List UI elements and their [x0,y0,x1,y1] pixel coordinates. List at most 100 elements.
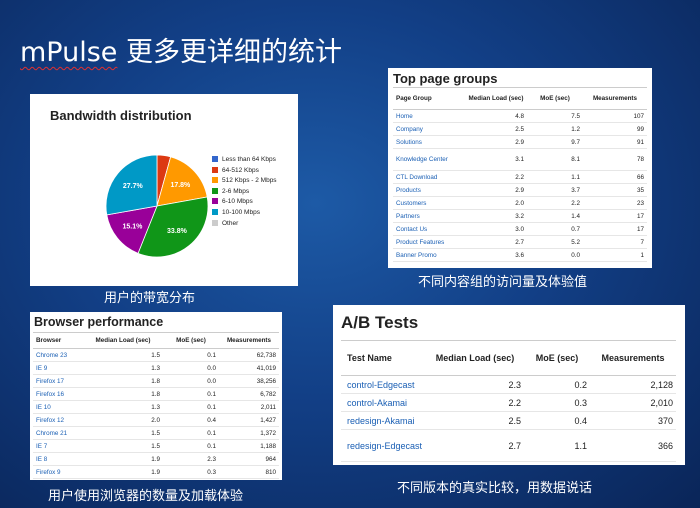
row-name-link[interactable]: Firefox 9 [33,465,83,479]
table-cell: 1.3 [83,400,163,414]
row-name-link[interactable]: Banner Promo [393,248,465,262]
column-header[interactable]: Measurements [590,340,676,376]
table-row: CTL Download 2.2 1.1 66 [393,170,647,184]
table-cell: 3.2 [465,209,527,223]
table-cell: 1.5 [83,426,163,440]
legend-label: 10-100 Mbps [222,208,260,216]
table-cell: 0.1 [163,439,219,453]
table-header-row: Page Group Median Load (sec) MoE (sec) M… [393,87,647,110]
table-row: Customers 2.0 2.2 23 [393,196,647,210]
table-cell: 0.7 [527,222,583,236]
pie-data-label: 15.1% [123,223,144,230]
column-header[interactable]: Measurements [219,332,279,349]
table-row: control-Akamai 2.2 0.3 2,010 [341,393,676,412]
row-name-link[interactable]: Partners [393,209,465,223]
table-header-row: Test Name Median Load (sec) MoE (sec) Me… [341,340,676,376]
table-cell: 1,427 [219,413,279,427]
column-header[interactable]: MoE (sec) [527,87,583,110]
row-name-link[interactable]: CTL Download [393,170,465,184]
table-cell: 3.7 [527,183,583,197]
browser-performance-table: Browser Median Load (sec) MoE (sec) Meas… [33,332,279,479]
table-cell: 8.1 [527,148,583,171]
legend-swatch [212,156,218,162]
row-name-link[interactable]: Customers [393,196,465,210]
chart-legend: Less than 64 Kbps 64-512 Kbps 512 Kbps - 2… [212,155,277,229]
row-name-link[interactable]: Product Features [393,235,465,249]
table-cell: 0.0 [163,361,219,375]
row-name-link[interactable]: Chrome 21 [33,426,83,440]
table-cell: 1.5 [83,348,163,362]
table-header-row: Browser Median Load (sec) MoE (sec) Meas… [33,332,279,349]
column-header[interactable]: MoE (sec) [163,332,219,349]
table-cell: 2.0 [465,196,527,210]
row-name-link[interactable]: Products [393,183,465,197]
row-name-link[interactable]: redesign-Akamai [341,411,426,430]
table-row: control-Edgecast 2.3 0.2 2,128 [341,375,676,394]
table-cell: 2.9 [465,135,527,149]
table-cell: 1.9 [83,452,163,466]
row-name-link[interactable]: Knowledge Center [393,148,465,171]
row-name-link[interactable]: Firefox 17 [33,374,83,388]
column-header[interactable]: Measurements [583,87,647,110]
column-header[interactable]: Page Group [393,87,465,110]
table-cell: 1,188 [219,439,279,453]
row-name-link[interactable]: IE 7 [33,439,83,453]
column-header[interactable]: MoE (sec) [524,340,590,376]
table-cell: 62,738 [219,348,279,362]
row-name-link[interactable]: Contact Us [393,222,465,236]
table-cell: 0.1 [163,387,219,401]
table-cell: 17 [583,222,647,236]
row-name-link[interactable]: redesign-Edgecast [341,429,426,462]
table-cell: 0.3 [163,465,219,479]
row-name-link[interactable]: Solutions [393,135,465,149]
column-header[interactable]: Median Load (sec) [426,340,524,376]
table-cell: 2,010 [590,393,676,412]
row-name-link[interactable]: Home [393,109,465,123]
row-name-link[interactable]: Firefox 12 [33,413,83,427]
legend-item: 10-100 Mbps [212,208,277,219]
table-cell: 0.4 [163,413,219,427]
top-page-groups-table: Page Group Median Load (sec) MoE (sec) M… [393,87,647,262]
table-cell: 78 [583,148,647,171]
row-name-link[interactable]: IE 10 [33,400,83,414]
column-header[interactable]: Test Name [341,340,426,376]
slide-title: mPulse 更多更详细的统计 [20,30,342,69]
row-name-link[interactable]: IE 8 [33,452,83,466]
legend-label: Other [222,219,239,227]
legend-swatch [212,198,218,205]
table-cell: 0.0 [163,374,219,388]
row-name-link[interactable]: control-Akamai [341,393,426,412]
row-name-link[interactable]: Company [393,122,465,136]
browser-performance-title: Browser performance [34,315,164,329]
table-cell: 0.3 [524,393,590,412]
table-cell: 1.9 [83,465,163,479]
table-cell: 0.1 [163,426,219,440]
table-row: IE 10 1.3 0.1 2,011 [33,400,279,414]
row-name-link[interactable]: Firefox 16 [33,387,83,401]
row-name-link[interactable]: Chrome 23 [33,348,83,362]
row-name-link[interactable]: control-Edgecast [341,375,426,394]
row-name-link[interactable]: IE 9 [33,361,83,375]
table-cell: 0.2 [524,375,590,394]
legend-item: 2-6 Mbps [212,187,277,198]
table-cell: 1.8 [83,387,163,401]
column-header[interactable]: Median Load (sec) [83,332,163,349]
table-cell: 810 [219,465,279,479]
table-cell: 370 [590,411,676,430]
title-text: 更多更详细的统计 [117,37,342,68]
pie-data-label: 33.8% [167,228,188,235]
table-row: IE 7 1.5 0.1 1,188 [33,439,279,453]
table-cell: 107 [583,109,647,123]
brand-name: mPulse [20,37,118,68]
table-row: Home 4.8 7.5 107 [393,109,647,123]
table-row: Contact Us 3.0 0.7 17 [393,222,647,236]
legend-label: 6-10 Mbps [222,198,253,206]
column-header[interactable]: Browser [33,332,83,349]
column-header[interactable]: Median Load (sec) [465,87,527,110]
table-row: Solutions 2.9 9.7 91 [393,135,647,149]
table-cell: 1.5 [83,439,163,453]
table-cell: 3.6 [465,248,527,262]
pie-data-label: 27.7% [123,183,144,190]
table-cell: 0.4 [524,411,590,430]
table-cell: 1.4 [527,209,583,223]
